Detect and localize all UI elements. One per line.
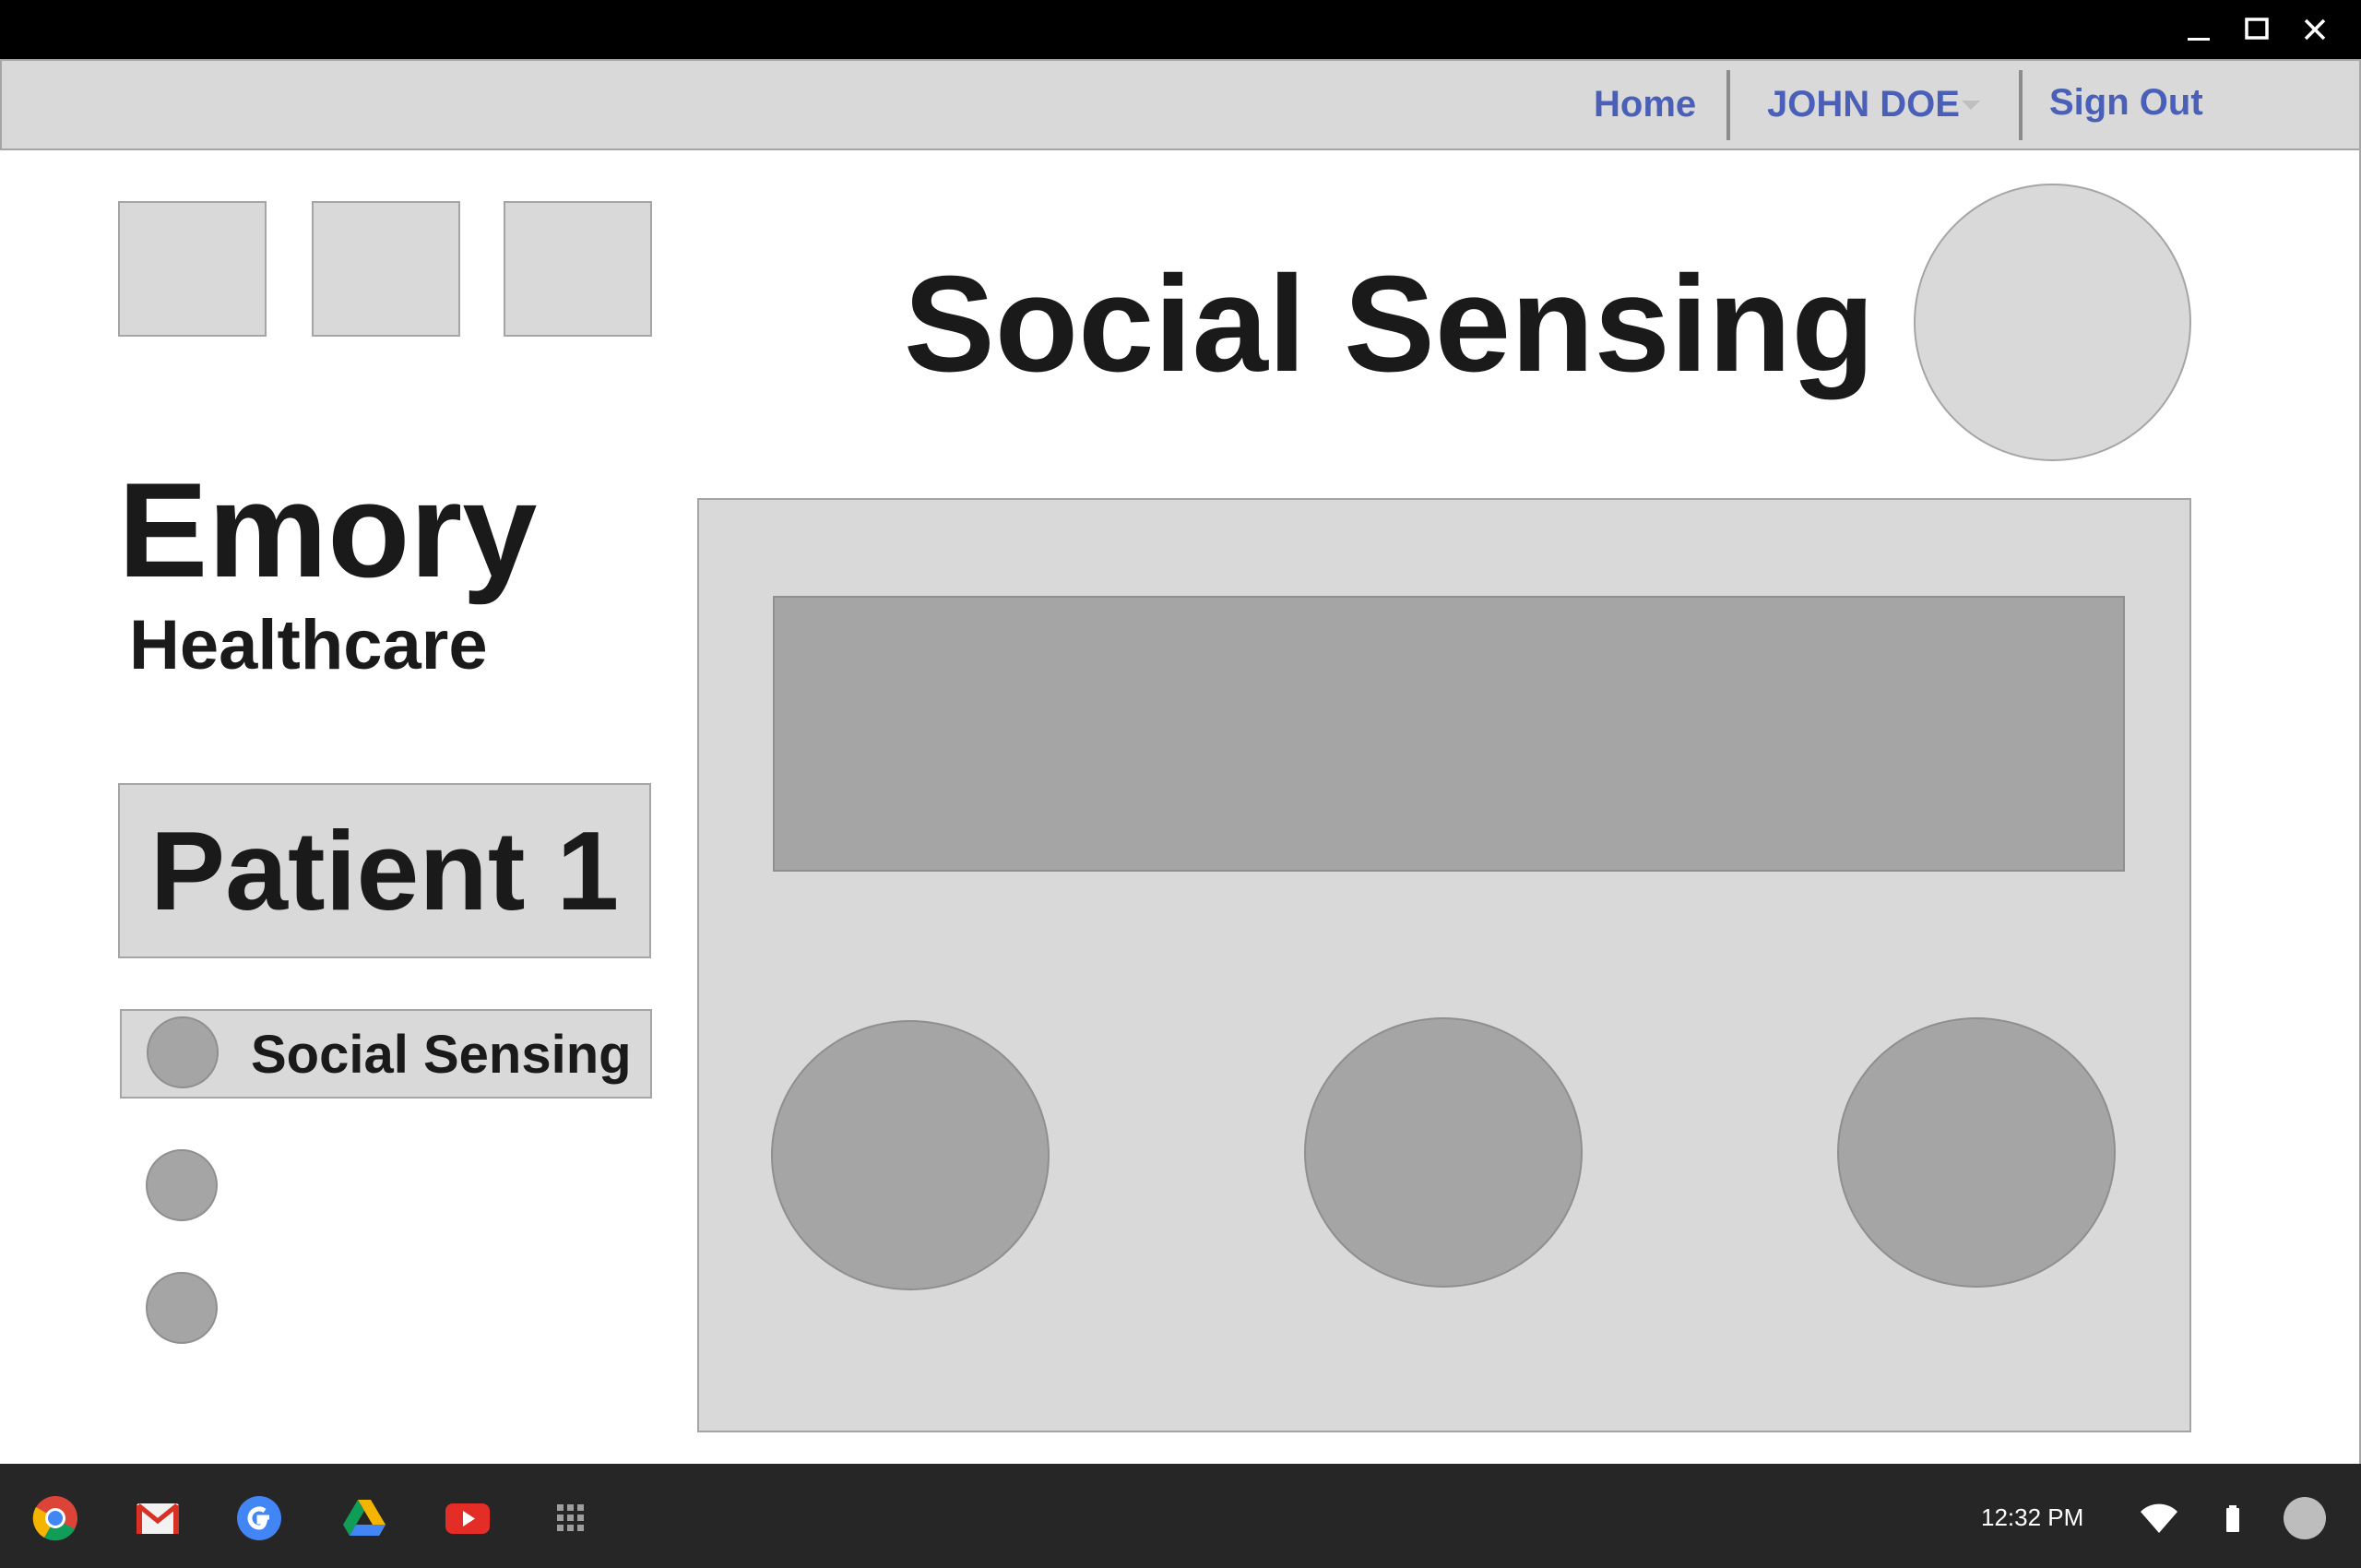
sidebar-item-icon[interactable] — [146, 1149, 218, 1221]
minimize-icon — [2185, 16, 2213, 43]
drive-icon[interactable] — [341, 1495, 387, 1541]
image-placeholder — [312, 201, 460, 337]
profile-avatar[interactable] — [1914, 184, 2191, 461]
page-title: Social Sensing — [904, 248, 1875, 400]
image-placeholder — [118, 201, 267, 337]
sidebar-item-social-sensing[interactable]: Social Sensing — [120, 1009, 652, 1099]
banner-placeholder — [773, 596, 2125, 872]
sidebar-item-icon[interactable] — [146, 1272, 218, 1344]
sidebar-item-label: Social Sensing — [251, 1025, 632, 1085]
circle-placeholder — [771, 1020, 1050, 1290]
brand-name: Emory — [118, 455, 538, 605]
close-button[interactable] — [2295, 9, 2335, 50]
google-icon[interactable] — [236, 1495, 282, 1541]
chrome-icon[interactable] — [32, 1495, 78, 1541]
wifi-icon[interactable] — [2136, 1495, 2182, 1541]
top-navbar: Home JOHN DOE Sign Out — [0, 59, 2361, 150]
nav-divider — [2019, 70, 2023, 140]
brand-subtitle: Healthcare — [129, 606, 488, 684]
chevron-down-icon[interactable] — [1962, 101, 1980, 110]
nav-home-link[interactable]: Home — [1594, 81, 1696, 127]
gmail-icon[interactable] — [135, 1495, 181, 1541]
content-panel — [697, 498, 2191, 1432]
app-launcher-icon[interactable] — [548, 1495, 594, 1541]
system-clock[interactable]: 12:32 PM — [1981, 1499, 2083, 1536]
window-titlebar — [0, 0, 2361, 59]
youtube-icon[interactable] — [445, 1495, 491, 1541]
sidebar-item-icon — [147, 1016, 219, 1088]
minimize-button[interactable] — [2178, 9, 2219, 50]
circle-placeholder — [1837, 1017, 2116, 1288]
close-icon — [2301, 16, 2329, 43]
nav-divider — [1726, 70, 1730, 140]
nav-user-menu[interactable]: JOHN DOE — [1767, 81, 1960, 127]
circle-placeholder — [1304, 1017, 1583, 1288]
battery-icon[interactable] — [2210, 1495, 2256, 1541]
patient-label: Patient 1 — [118, 783, 651, 958]
account-icon[interactable] — [2282, 1495, 2328, 1541]
maximize-icon — [2243, 16, 2271, 43]
image-placeholder — [504, 201, 652, 337]
maximize-button[interactable] — [2236, 9, 2277, 50]
os-taskbar: 12:32 PM — [0, 1464, 2361, 1568]
sign-out-link[interactable]: Sign Out — [2049, 79, 2203, 125]
